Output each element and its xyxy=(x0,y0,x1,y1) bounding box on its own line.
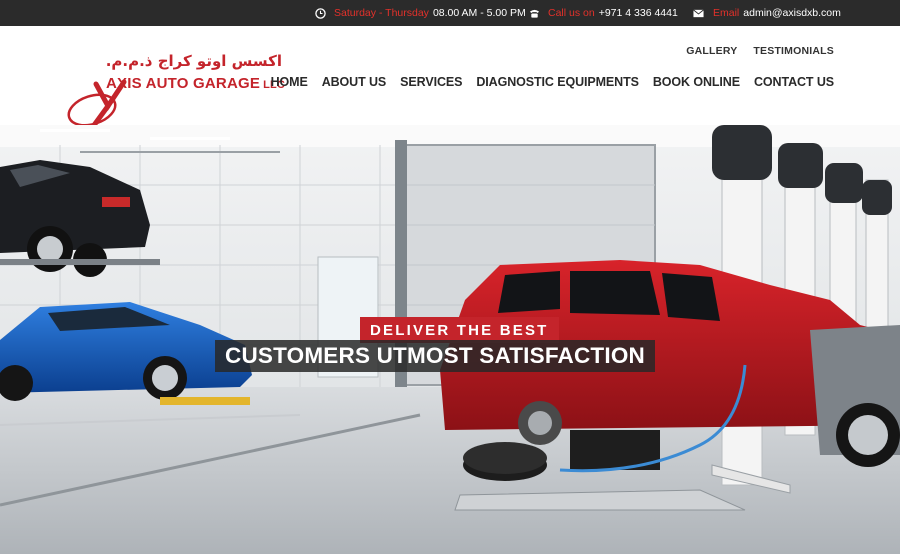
nav-contact-us[interactable]: CONTACT US xyxy=(754,75,834,89)
phone-contact[interactable]: Call us on +971 4 336 4441 xyxy=(529,0,678,26)
secondary-nav: GALLERY TESTIMONIALS xyxy=(686,45,834,57)
site-header: اكسس اوتو كراج ذ.م.م. AXIS AUTO GARAGE LL… xyxy=(0,26,900,131)
phone-label: Call us on xyxy=(548,7,595,19)
logo-name: AXIS AUTO GARAGE LLC xyxy=(106,75,285,92)
nav-book-online[interactable]: BOOK ONLINE xyxy=(653,75,740,89)
phone-icon xyxy=(529,9,540,18)
clock-icon xyxy=(315,7,326,19)
logo-arabic-text: اكسس اوتو كراج ذ.م.م. xyxy=(105,52,282,70)
nav-home[interactable]: HOME xyxy=(271,75,308,89)
hours-value: 08.00 AM - 5.00 PM xyxy=(432,7,526,19)
hours-label: Saturday - Thursday xyxy=(334,7,429,19)
nav-gallery[interactable]: GALLERY xyxy=(686,45,737,57)
nav-about-us[interactable]: ABOUT US xyxy=(322,75,387,89)
hero-headline: CUSTOMERS UTMOST SATISFACTION xyxy=(215,340,655,372)
nav-services[interactable]: SERVICES xyxy=(400,75,462,89)
hero-slider: DELIVER THE BEST CUSTOMERS UTMOST SATISF… xyxy=(0,125,900,554)
nav-diagnostic-equipments[interactable]: DIAGNOSTIC EQUIPMENTS xyxy=(476,75,639,89)
phone-value[interactable]: +971 4 336 4441 xyxy=(599,7,678,19)
nav-testimonials[interactable]: TESTIMONIALS xyxy=(753,45,834,57)
email-contact[interactable]: Email admin@axisdxb.com xyxy=(692,0,841,26)
mail-icon xyxy=(693,8,704,17)
email-value[interactable]: admin@axisdxb.com xyxy=(743,7,841,19)
site-logo[interactable]: اكسس اوتو كراج ذ.م.م. AXIS AUTO GARAGE LL… xyxy=(66,52,296,132)
logo-name-text: AXIS AUTO GARAGE xyxy=(106,75,261,92)
email-label: Email xyxy=(713,7,740,19)
opening-hours: Saturday - Thursday 08.00 AM - 5.00 PM xyxy=(315,0,526,26)
top-info-bar: Saturday - Thursday 08.00 AM - 5.00 PM C… xyxy=(0,0,900,26)
main-nav: HOME ABOUT US SERVICES DIAGNOSTIC EQUIPM… xyxy=(271,75,835,89)
